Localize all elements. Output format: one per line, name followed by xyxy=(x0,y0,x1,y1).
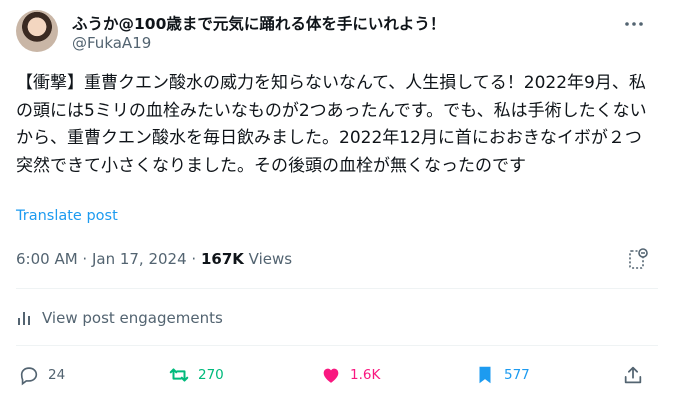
retweet-button[interactable]: 270 xyxy=(168,364,224,386)
divider xyxy=(16,288,658,289)
like-button[interactable]: 1.6K xyxy=(320,364,380,386)
grok-analyze-icon[interactable] xyxy=(626,246,650,272)
like-count: 1.6K xyxy=(350,367,381,383)
avatar[interactable] xyxy=(16,10,58,52)
views-label: Views xyxy=(243,250,293,268)
more-options-icon[interactable] xyxy=(622,12,646,36)
views-count: 167K xyxy=(200,250,244,268)
translate-post-link[interactable]: Translate post xyxy=(16,208,118,224)
bookmark-count: 577 xyxy=(504,367,530,383)
bookmark-button[interactable]: 577 xyxy=(474,364,530,386)
user-handle[interactable]: @FukaA19 xyxy=(72,34,151,52)
analytics-icon xyxy=(18,312,30,325)
heart-icon xyxy=(323,368,339,383)
view-engagements-label: View post engagements xyxy=(42,309,223,327)
retweet-icon xyxy=(169,368,189,382)
share-button[interactable] xyxy=(622,364,644,386)
timestamp[interactable]: 6:00 AM · Jan 17, 2024 · xyxy=(16,250,201,268)
action-bar: 24 270 1.6K 577 xyxy=(16,364,658,392)
reply-count: 24 xyxy=(48,367,66,383)
display-name[interactable]: ふうか@100歳まで元気に踊れる体を手にいれよう！ xyxy=(72,12,445,34)
tweet-meta: 6:00 AM · Jan 17, 2024 · 167K Views xyxy=(16,250,292,268)
divider xyxy=(16,345,658,346)
view-engagements-button[interactable]: View post engagements xyxy=(16,309,223,327)
share-icon xyxy=(624,366,642,384)
reply-button[interactable]: 24 xyxy=(18,364,65,386)
retweet-count: 270 xyxy=(198,367,224,383)
reply-icon xyxy=(20,367,38,386)
bookmark-icon xyxy=(479,366,491,384)
tweet-text: 【衝撃】重曹クエン酸水の威力を知らないなんて、人生損してる！2022年9月、私の… xyxy=(16,73,647,176)
